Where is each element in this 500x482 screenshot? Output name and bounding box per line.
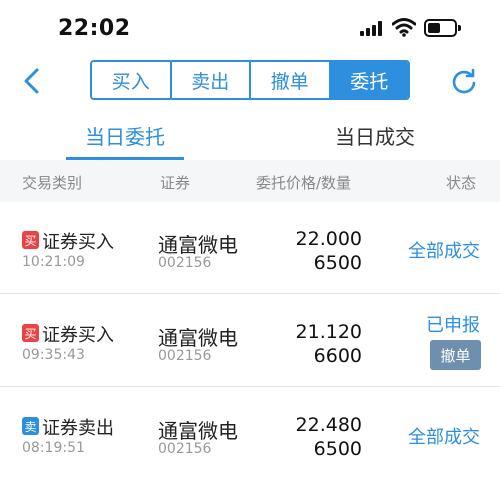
tab-today-trades[interactable]: 当日成交 [316,110,434,160]
sell-badge-icon: 卖 [22,417,39,435]
security-code: 002156 [158,441,212,457]
segment-orders[interactable]: 委托 [330,62,408,98]
segment-cancel[interactable]: 撤单 [251,62,331,98]
order-quantity: 6500 [313,252,362,274]
order-type: 证券卖出 [42,418,114,439]
header-type: 交易类别 [22,174,83,192]
order-status: 全部成交 [408,427,480,448]
security-code: 002156 [158,255,212,271]
battery-icon [424,19,461,37]
security-name: 通富微电 [158,419,238,443]
order-time: 08:19:51 [22,440,85,456]
order-price: 21.120 [295,321,362,343]
order-price: 22.480 [295,414,362,436]
tab-today-orders[interactable]: 当日委托 [66,110,184,160]
buy-badge-icon: 买 [22,231,39,249]
security-name: 通富微电 [158,233,238,257]
order-quantity: 6600 [313,345,362,367]
header-status: 状态 [446,174,477,192]
order-row[interactable]: 买 证券买入 09:35:43 通富微电 002156 21.120 6600 … [0,295,500,387]
status-time: 22:02 [58,16,131,41]
cancel-order-button[interactable]: 撤单 [430,340,481,370]
order-status: 已申报 [426,315,480,336]
table-header: 交易类别 证券 委托价格/数量 状态 [0,160,500,202]
order-type: 证券买入 [42,325,114,346]
header-security: 证券 [160,174,191,192]
order-type: 证券买入 [42,232,114,253]
buy-badge-icon: 买 [22,324,39,342]
wifi-icon [392,18,416,37]
order-row[interactable]: 买 证券买入 10:21:09 通富微电 002156 22.000 6500 … [0,202,500,294]
status-bar: 22:02 [0,0,500,56]
order-price: 22.000 [295,228,362,250]
order-status: 全部成交 [408,241,480,262]
order-time: 09:35:43 [22,347,85,363]
refresh-icon[interactable] [450,67,478,95]
order-row[interactable]: 卖 证券卖出 08:19:51 通富微电 002156 22.480 6500 … [0,388,500,480]
order-quantity: 6500 [313,438,362,460]
security-name: 通富微电 [158,326,238,350]
header-price-qty: 委托价格/数量 [256,174,352,192]
back-chevron-icon[interactable] [18,64,48,98]
order-tabs: 当日委托 当日成交 [0,110,500,160]
segment-buy[interactable]: 买入 [92,62,172,98]
cellular-signal-icon [360,21,384,36]
security-code: 002156 [158,348,212,364]
nav-bar: 买入 卖出 撤单 委托 [0,56,500,106]
order-time: 10:21:09 [22,254,85,270]
trade-segmented-control: 买入 卖出 撤单 委托 [90,60,410,100]
segment-sell[interactable]: 卖出 [172,62,251,98]
